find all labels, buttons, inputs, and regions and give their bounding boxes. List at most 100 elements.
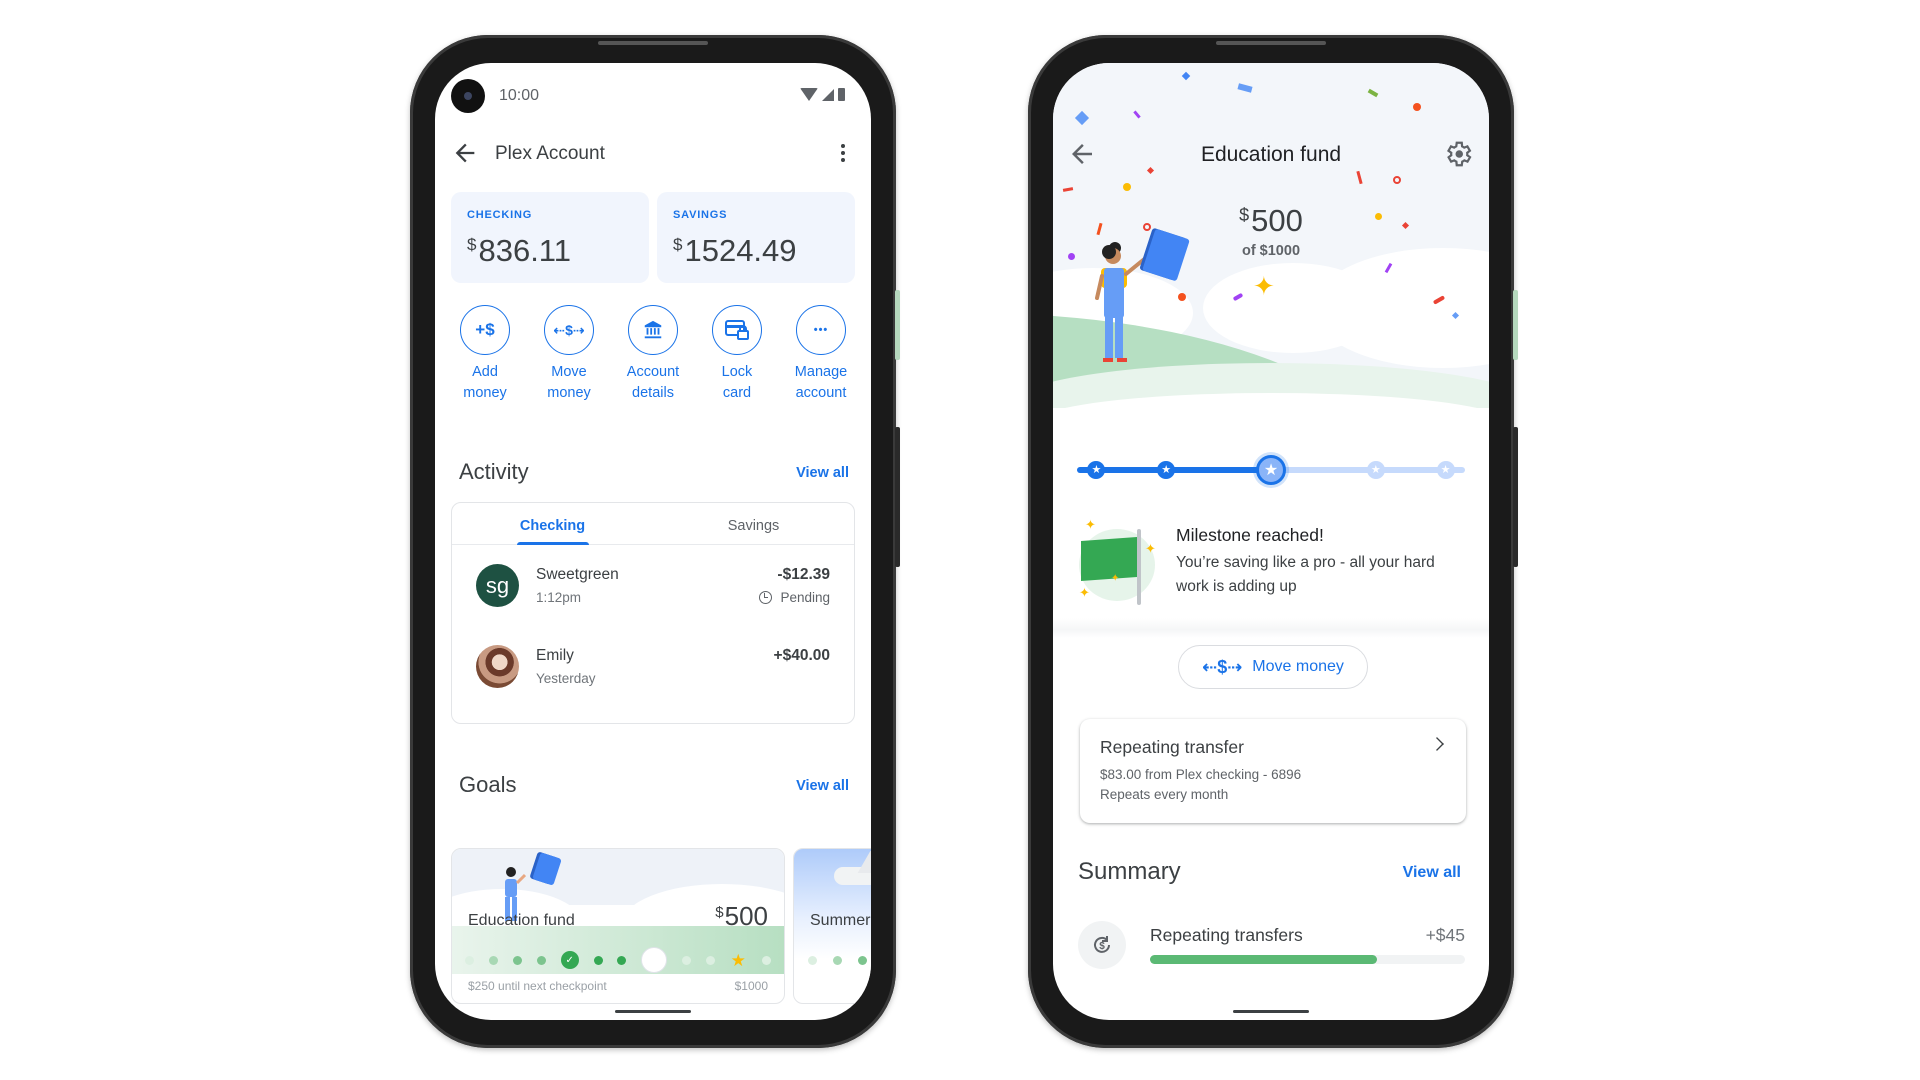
activity-header: Activity View all	[435, 459, 871, 491]
sparkle-icon: ✦	[1253, 271, 1275, 301]
volume-button	[1513, 427, 1518, 567]
home-indicator[interactable]	[1233, 1010, 1309, 1013]
checkpoint-dot	[536, 955, 546, 965]
app-bar: Plex Account	[435, 125, 871, 181]
transaction-time: 1:12pm	[536, 590, 582, 605]
summary-title: Summary	[1078, 858, 1181, 885]
goal-card-summer[interactable]: Summer	[793, 848, 871, 1004]
lock-card-button[interactable]: Lock card	[697, 305, 777, 404]
status-icons	[800, 88, 845, 101]
summary-label: Repeating transfers	[1150, 925, 1303, 945]
notebook-icon	[532, 852, 562, 886]
more-vert-icon[interactable]	[829, 139, 857, 167]
milestone-progress: ★ ★ ★ ★ ★	[1077, 455, 1465, 485]
summary-progress-fill	[1150, 955, 1377, 964]
phone-frame-account: 10:00 Plex Account CHECKING $836.11 SAVI…	[410, 35, 900, 1048]
transaction-name: Emily	[536, 647, 574, 664]
summary-value: +$45	[1425, 925, 1465, 945]
balance-label: CHECKING	[467, 209, 533, 221]
goals-header: Goals View all	[435, 772, 871, 804]
repeating-transfer-title: Repeating transfer	[1100, 737, 1244, 757]
repeat-dollar-icon: $	[1078, 921, 1126, 969]
account-screen: 10:00 Plex Account CHECKING $836.11 SAVI…	[435, 63, 871, 1020]
goals-title: Goals	[459, 772, 517, 797]
current-position-icon	[641, 947, 668, 973]
activity-view-all-link[interactable]: View all	[796, 465, 849, 481]
goals-carousel: Education fund $500 ✓ ★ $250 until next …	[451, 848, 871, 1004]
camera-cutout	[451, 79, 485, 113]
speaker-grille	[598, 41, 708, 45]
checkpoint-dot	[617, 955, 627, 965]
summary-row[interactable]: $ Repeating transfers +$45	[1053, 921, 1489, 981]
goal-card-education-fund[interactable]: Education fund $500 ✓ ★ $250 until next …	[451, 848, 785, 1004]
bank-icon	[628, 305, 678, 355]
balance-label: SAVINGS	[673, 209, 728, 221]
back-arrow-icon[interactable]	[451, 139, 479, 167]
activity-card: Checking Savings sg Sweetgreen 1:12pm -$…	[451, 502, 855, 724]
repeating-transfer-frequency: Repeats every month	[1100, 787, 1229, 802]
goals-view-all-link[interactable]: View all	[796, 778, 849, 794]
transaction-amount: +$40.00	[773, 647, 830, 664]
milestone-star-icon: ★	[1157, 461, 1176, 479]
divider	[1053, 618, 1489, 638]
celebration-hero: ✦ Education fund $500 of $1000	[1053, 63, 1489, 408]
transaction-row[interactable]: Emily Yesterday +$40.00	[452, 645, 854, 705]
transaction-row[interactable]: sg Sweetgreen 1:12pm -$12.39 Pending	[452, 564, 854, 624]
phone-frame-goal: ✦ Education fund $500 of $1000 ★ ★ ★ ★ ★	[1028, 35, 1518, 1048]
milestone-title: Milestone reached!	[1176, 525, 1324, 545]
goal-illustration	[794, 849, 871, 919]
quick-actions: +$ Add money ⇠$⇢ Move money Account deta…	[445, 305, 861, 404]
add-money-button[interactable]: +$ Add money	[445, 305, 525, 404]
gear-icon[interactable]	[1443, 139, 1473, 169]
merchant-avatar: sg	[476, 564, 519, 607]
move-money-icon: ⇠$⇢	[1202, 656, 1243, 677]
manage-account-button[interactable]: ••• Manage account	[781, 305, 861, 404]
goal-progress-track: ✓ ★	[452, 947, 784, 973]
repeating-transfer-source: $83.00 from Plex checking - 6896	[1100, 767, 1302, 782]
page-title: Education fund	[1200, 143, 1342, 166]
checkpoint-dot	[761, 955, 771, 965]
checkpoint-dot	[593, 955, 603, 965]
tab-checking[interactable]: Checking	[452, 503, 653, 545]
transaction-amount: -$12.39	[777, 566, 830, 583]
checkpoint-dot	[513, 955, 523, 965]
goal-next-checkpoint: $250 until next checkpoint	[468, 979, 607, 993]
account-details-button[interactable]: Account details	[613, 305, 693, 404]
savings-balance-card[interactable]: SAVINGS $1524.49	[657, 192, 855, 283]
activity-title: Activity	[459, 459, 529, 484]
home-indicator[interactable]	[615, 1010, 691, 1013]
action-label: Manage account	[794, 364, 848, 401]
goal-amount: $500	[715, 901, 768, 931]
repeating-transfer-card[interactable]: Repeating transfer $83.00 from Plex chec…	[1080, 719, 1466, 823]
milestone-star-icon: ★	[1436, 461, 1455, 479]
star-icon: ★	[730, 950, 746, 970]
contact-avatar	[476, 645, 519, 688]
flag-icon: ✦ ✦ ✦ ✦	[1079, 517, 1159, 605]
svg-text:$: $	[1099, 941, 1105, 952]
transaction-status: Pending	[759, 590, 830, 605]
checkpoint-dot	[682, 955, 692, 965]
checkpoint-dot	[465, 955, 475, 965]
check-icon: ✓	[560, 951, 579, 969]
checkpoint-dot	[705, 955, 715, 965]
goal-progress-track	[794, 947, 871, 973]
summary-view-all-link[interactable]: View all	[1403, 864, 1461, 882]
tab-savings[interactable]: Savings	[653, 503, 854, 544]
move-money-icon: ⇠$⇢	[544, 305, 594, 355]
checking-balance-card[interactable]: CHECKING $836.11	[451, 192, 649, 283]
action-label: Move money	[547, 364, 591, 401]
airplane-icon	[834, 867, 871, 885]
move-money-button[interactable]: ⇠$⇢ Move money	[1178, 645, 1368, 689]
wifi-icon	[800, 88, 818, 101]
milestone-star-icon: ★	[1256, 455, 1286, 485]
goal-footer: $250 until next checkpoint $1000	[468, 979, 768, 993]
action-label: Account details	[626, 364, 680, 401]
goal-name: Education fund	[468, 912, 575, 929]
status-bar: 10:00	[435, 79, 871, 115]
transaction-name: Sweetgreen	[536, 566, 619, 583]
move-money-button[interactable]: ⇠$⇢ Move money	[529, 305, 609, 404]
goal-saved-amount: $500	[1239, 203, 1303, 238]
goal-target: $1000	[734, 979, 768, 993]
add-money-icon: +$	[460, 305, 510, 355]
balance-amount: $1524.49	[673, 233, 797, 268]
